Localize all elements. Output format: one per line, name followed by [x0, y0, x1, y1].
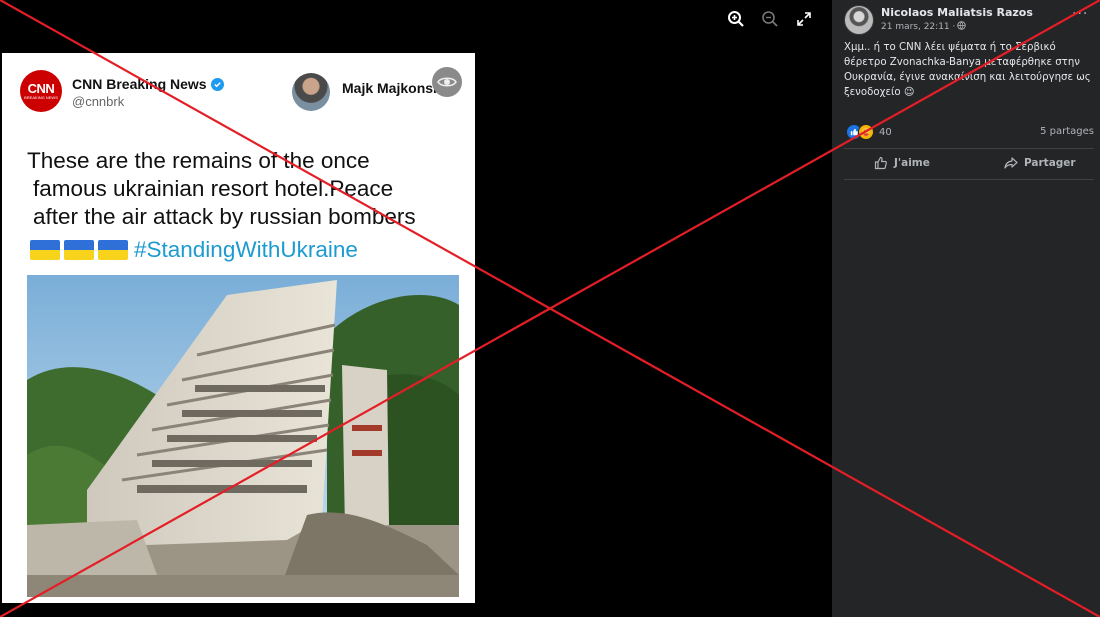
- ukraine-flag-icon: [64, 240, 94, 260]
- post-date[interactable]: 21 mars, 22:11 ·: [881, 22, 955, 32]
- cnn-logo: CNN BREAKING NEWS: [20, 70, 62, 112]
- viewer-toolbar: [724, 8, 816, 30]
- expand-icon[interactable]: [792, 8, 816, 30]
- verified-badge-icon: [210, 77, 224, 91]
- more-options-button[interactable]: ···: [1072, 6, 1088, 22]
- tweet-text: These are the remains of the once famous…: [27, 147, 467, 231]
- reaction-count: 40: [879, 126, 892, 138]
- share-button[interactable]: Partager: [1004, 156, 1076, 170]
- post-meta: 21 mars, 22:11 ·: [881, 21, 967, 33]
- author-name[interactable]: Nicolaos Maliatsis Razos: [881, 6, 1033, 19]
- tweet-account-name: CNN Breaking News: [72, 76, 224, 92]
- shares-count[interactable]: 5 partages: [1040, 126, 1094, 137]
- eye-icon[interactable]: [432, 67, 462, 97]
- share-icon: [1004, 157, 1018, 169]
- headline-line: after the air attack by russian bombers: [33, 204, 416, 229]
- reactions-summary[interactable]: 40: [846, 124, 892, 140]
- tweet-account-handle: @cnnbrk: [72, 94, 125, 109]
- care-reaction-icon: [858, 124, 874, 140]
- ukraine-flag-icon: [98, 240, 128, 260]
- tweet-header: CNN BREAKING NEWS CNN Breaking News @cnn…: [2, 53, 475, 121]
- user-avatar: [292, 73, 330, 111]
- author-avatar[interactable]: [844, 5, 874, 35]
- headline-line: These are the remains of the once: [27, 148, 370, 173]
- like-label: J'aime: [894, 157, 930, 169]
- globe-icon: [957, 21, 967, 33]
- tweet-screenshot: CNN BREAKING NEWS CNN Breaking News @cnn…: [2, 53, 475, 603]
- headline-line: famous ukrainian resort hotel.Peace: [33, 176, 394, 201]
- hashtag-link[interactable]: #StandingWithUkraine: [134, 237, 358, 263]
- zoom-out-icon[interactable]: [758, 8, 782, 30]
- hashtag-line: #StandingWithUkraine: [30, 237, 358, 263]
- hotel-ruins-photo: [27, 275, 459, 597]
- divider: [844, 179, 1094, 180]
- account-name-text: CNN Breaking News: [72, 76, 207, 92]
- second-user-name: Majk Majkonski: [342, 80, 445, 96]
- post-text: Χμμ.. ή το CNN λέει ψέματα ή το Σερβικό …: [844, 42, 1091, 98]
- ukraine-flag-icon: [30, 240, 60, 260]
- media-viewer: CNN BREAKING NEWS CNN Breaking News @cnn…: [0, 0, 832, 617]
- divider: [844, 148, 1094, 149]
- zoom-in-icon[interactable]: [724, 8, 748, 30]
- cnn-logo-subtext: BREAKING NEWS: [24, 95, 58, 100]
- cnn-logo-text: CNN: [27, 81, 55, 96]
- thumbs-up-icon: [874, 156, 887, 170]
- post-sidebar: Nicolaos Maliatsis Razos 21 mars, 22:11 …: [832, 0, 1100, 617]
- share-label: Partager: [1024, 157, 1076, 169]
- like-button[interactable]: J'aime: [874, 156, 930, 170]
